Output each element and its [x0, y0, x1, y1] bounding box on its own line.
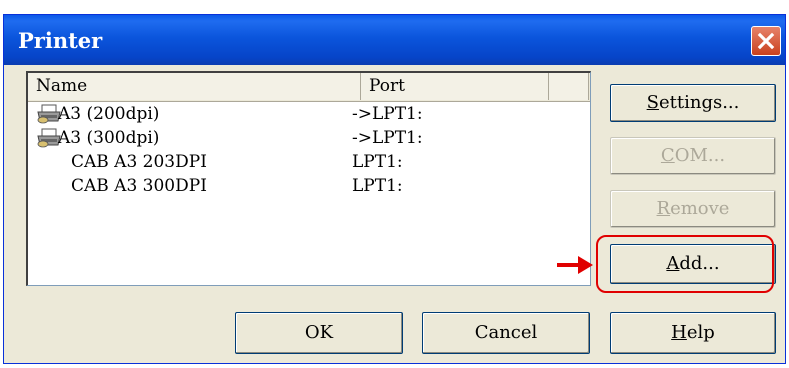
highlight-ellipse [596, 235, 774, 293]
help-label-mnemonic: H [671, 322, 687, 343]
printer-port: LPT1: [352, 176, 403, 196]
list-header: Name Port [28, 73, 590, 102]
help-button[interactable]: Help [610, 312, 776, 354]
printer-list[interactable]: Name Port A3 (200dpi) ->LPT1: A3 (300dpi… [26, 71, 591, 286]
list-item[interactable]: A3 (200dpi) ->LPT1: [28, 102, 590, 126]
printer-port: ->LPT1: [352, 104, 423, 124]
list-item[interactable]: CAB A3 203DPI LPT1: [28, 150, 590, 174]
cancel-label: Cancel [474, 322, 538, 343]
printer-name: A3 (200dpi) [58, 104, 160, 124]
printer-name: A3 (300dpi) [58, 128, 160, 148]
title-bar[interactable]: Printer [4, 15, 785, 65]
window-title: Printer [18, 28, 103, 53]
close-icon [757, 32, 775, 50]
ok-button[interactable]: OK [235, 312, 403, 354]
list-item[interactable]: A3 (300dpi) ->LPT1: [28, 126, 590, 150]
remove-button[interactable]: Remove [610, 190, 776, 228]
column-header-empty[interactable] [549, 73, 589, 100]
settings-button[interactable]: Settings... [610, 84, 776, 122]
settings-label-rest: ettings... [658, 92, 740, 113]
help-label-rest: elp [686, 322, 715, 343]
printer-port: ->LPT1: [352, 128, 423, 148]
list-item[interactable]: CAB A3 300DPI LPT1: [28, 174, 590, 198]
com-label-mnemonic: C [660, 145, 675, 166]
printer-port: LPT1: [352, 152, 403, 172]
red-arrow-icon [557, 256, 593, 274]
com-button[interactable]: COM... [610, 137, 776, 175]
close-button[interactable] [751, 26, 781, 56]
printer-name: CAB A3 203DPI [71, 152, 207, 172]
settings-label-mnemonic: S [646, 92, 659, 113]
remove-label-rest: emove [670, 198, 730, 219]
column-header-name[interactable]: Name [28, 73, 361, 100]
ok-label: OK [304, 322, 334, 343]
printer-name: CAB A3 300DPI [71, 176, 207, 196]
cancel-button[interactable]: Cancel [422, 312, 590, 354]
column-header-port[interactable]: Port [361, 73, 549, 100]
com-label-rest: OM... [674, 145, 726, 166]
remove-label-mnemonic: R [656, 198, 671, 219]
